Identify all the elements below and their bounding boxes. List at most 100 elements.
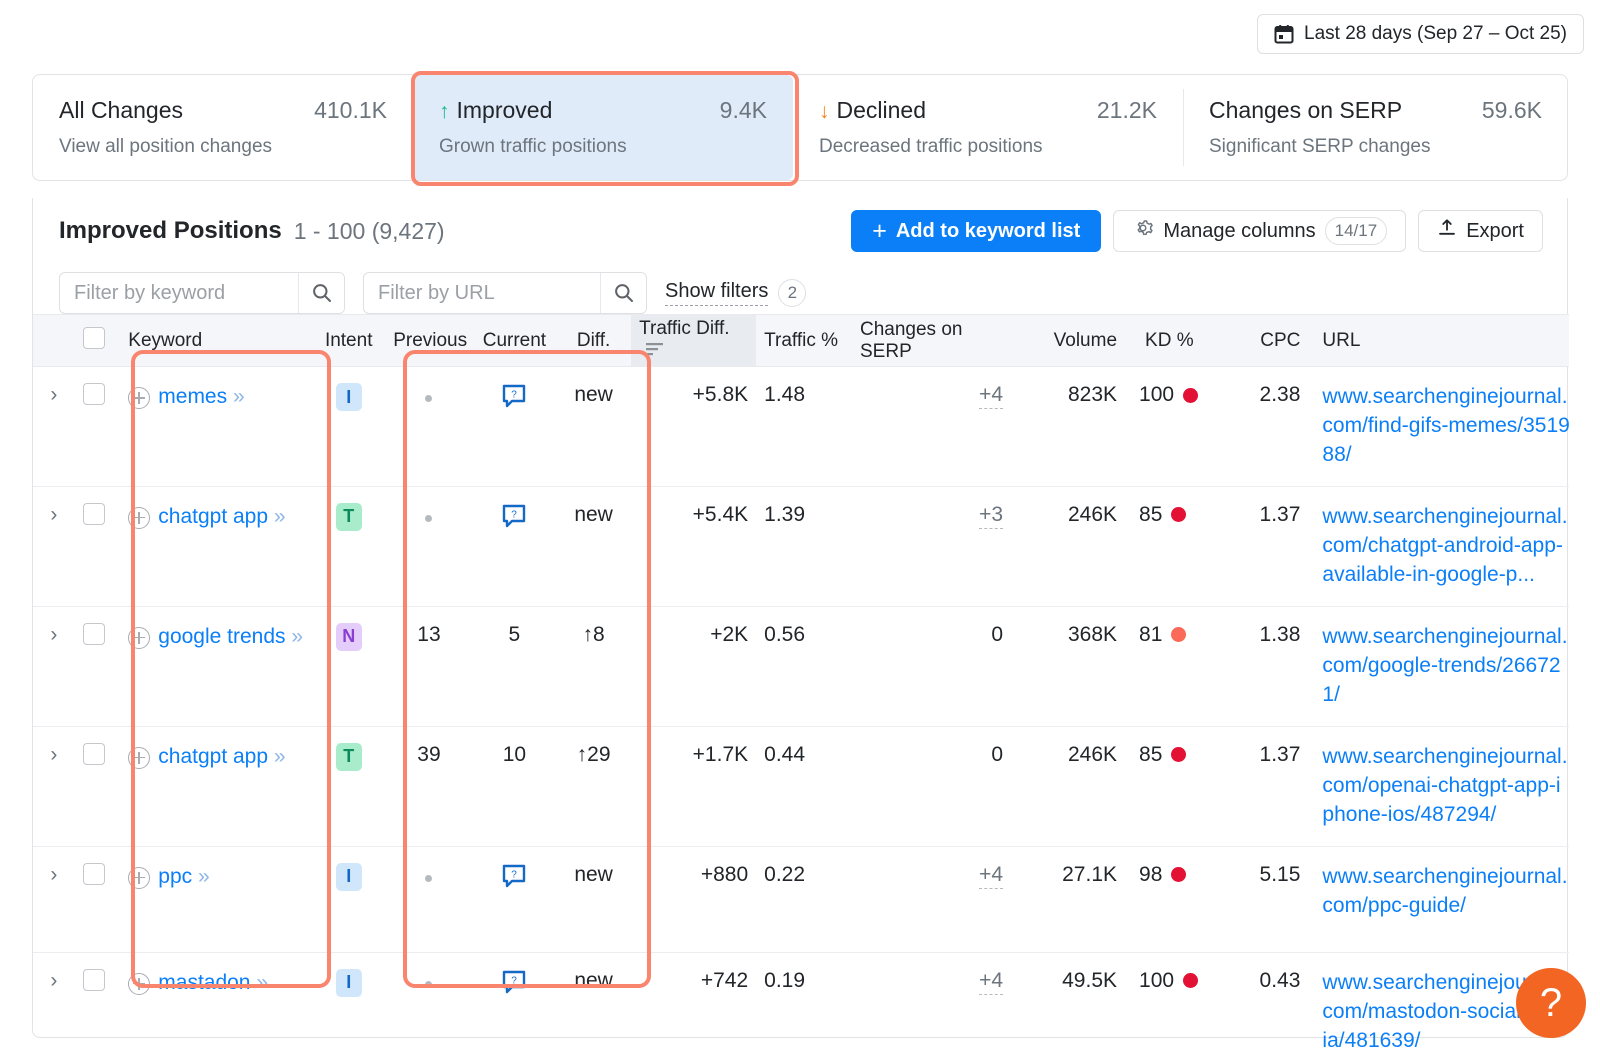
intent-badge[interactable]: I: [335, 862, 362, 891]
add-keyword-icon[interactable]: [128, 626, 151, 649]
manage-columns-button[interactable]: Manage columns 14/17: [1113, 210, 1407, 252]
url-filter[interactable]: [363, 272, 647, 314]
keyword-link[interactable]: chatgpt app »: [158, 503, 286, 531]
current-position-cell: 5: [472, 606, 557, 727]
current-position-value: 10: [502, 742, 527, 766]
show-filters-toggle[interactable]: Show filters 2: [665, 279, 807, 307]
changes-on-serp-cell: +4: [852, 952, 1028, 1050]
header-cpc[interactable]: CPC: [1225, 314, 1309, 367]
add-keyword-icon[interactable]: [128, 866, 151, 889]
date-range-picker[interactable]: Last 28 days (Sep 27 – Oct 25): [1257, 14, 1584, 54]
table-row[interactable]: › memes » I ? new +5.8K 1.48 +4 823K 100: [33, 366, 1570, 487]
current-position-cell: ?: [472, 952, 557, 1050]
keyword-overview-icon[interactable]: »: [198, 865, 210, 888]
row-select-cell[interactable]: [74, 726, 115, 847]
header-select-all[interactable]: [74, 314, 115, 367]
row-select-cell[interactable]: [74, 486, 115, 607]
header-current[interactable]: Current: [472, 314, 557, 367]
header-previous[interactable]: Previous: [385, 314, 473, 367]
row-select-cell[interactable]: [74, 606, 115, 727]
row-expand-cell[interactable]: ›: [33, 726, 75, 847]
header-keyword[interactable]: Keyword: [114, 314, 313, 367]
add-keyword-icon[interactable]: [128, 506, 151, 529]
keyword-overview-icon[interactable]: »: [274, 505, 286, 528]
changes-on-serp-value[interactable]: +4: [979, 968, 1004, 995]
kd-value: 81: [1139, 622, 1163, 646]
url-link[interactable]: www.searchenginejournal.com/google-trend…: [1322, 623, 1570, 710]
chevron-right-icon[interactable]: ›: [50, 383, 57, 406]
keyword-link[interactable]: mastadon »: [158, 969, 268, 997]
search-input-url[interactable]: [364, 273, 600, 313]
intent-badge[interactable]: I: [335, 968, 362, 997]
row-select-cell[interactable]: [74, 952, 115, 1050]
keyword-link[interactable]: ppc »: [158, 863, 210, 891]
chevron-right-icon[interactable]: ›: [50, 969, 57, 992]
header-url[interactable]: URL: [1308, 314, 1569, 367]
chevron-right-icon[interactable]: ›: [50, 503, 57, 526]
header-changes-on-serp[interactable]: Changes on SERP: [852, 314, 1028, 367]
add-keyword-icon[interactable]: [128, 387, 151, 409]
search-icon-url[interactable]: [600, 273, 646, 313]
keyword-link[interactable]: google trends »: [158, 623, 303, 651]
row-select-cell[interactable]: [74, 846, 115, 953]
search-icon-keyword[interactable]: [298, 273, 344, 313]
table-row[interactable]: › google trends » N 13 5 ↑8 +2K 0.56 0 3…: [33, 606, 1570, 727]
tab-declined[interactable]: ↓ Declined 21.2K Decreased traffic posit…: [793, 75, 1183, 180]
row-checkbox[interactable]: [83, 968, 106, 991]
select-all-checkbox[interactable]: [83, 326, 106, 349]
row-checkbox[interactable]: [83, 862, 106, 885]
header-intent[interactable]: Intent: [312, 314, 386, 367]
changes-on-serp-value[interactable]: +3: [979, 502, 1004, 529]
url-link[interactable]: www.searchenginejournal.com/find-gifs-me…: [1322, 383, 1570, 470]
keyword-link[interactable]: memes »: [158, 383, 245, 411]
header-volume[interactable]: Volume: [1027, 314, 1126, 367]
keyword-overview-icon[interactable]: »: [291, 625, 303, 648]
add-keyword-icon[interactable]: [128, 972, 151, 995]
row-checkbox[interactable]: [83, 742, 106, 765]
help-button[interactable]: ?: [1516, 968, 1586, 1038]
row-checkbox[interactable]: [83, 502, 106, 525]
add-to-keyword-list-button[interactable]: + Add to keyword list: [851, 210, 1102, 252]
search-input-keyword[interactable]: [60, 273, 298, 313]
table-row[interactable]: › chatgpt app » T 39 10 ↑29 +1.7K 0.44 0…: [33, 726, 1570, 847]
chevron-right-icon[interactable]: ›: [50, 623, 57, 646]
tab-improved[interactable]: ↑ Improved 9.4K Grown traffic positions: [413, 75, 793, 180]
svg-text:?: ?: [512, 509, 518, 520]
url-link[interactable]: www.searchenginejournal.com/openai-chatg…: [1322, 743, 1570, 830]
tab-all-changes[interactable]: All Changes 410.1K View all position cha…: [33, 75, 413, 180]
row-checkbox[interactable]: [83, 383, 106, 405]
row-expand-cell[interactable]: ›: [33, 846, 75, 953]
changes-on-serp-value[interactable]: +4: [979, 383, 1004, 409]
row-expand-cell[interactable]: ›: [33, 486, 75, 607]
header-kd[interactable]: KD %: [1125, 314, 1226, 367]
table-row[interactable]: › chatgpt app » T ? new +5.4K 1.39 +3 24…: [33, 486, 1570, 607]
table-row[interactable]: › ppc » I ? new +880 0.22 +4 27.1K 98 5.…: [33, 846, 1570, 953]
tab-changes-on-serp[interactable]: Changes on SERP 59.6K Significant SERP c…: [1183, 75, 1568, 180]
url-link[interactable]: www.searchenginejournal.com/ppc-guide/: [1322, 863, 1570, 921]
keyword-overview-icon[interactable]: »: [233, 385, 245, 408]
kd-value: 85: [1139, 502, 1163, 526]
intent-badge[interactable]: T: [335, 742, 362, 771]
row-select-cell[interactable]: [74, 366, 115, 487]
changes-on-serp-value[interactable]: +4: [979, 862, 1004, 889]
header-traffic-pct[interactable]: Traffic %: [756, 314, 852, 367]
keyword-link[interactable]: chatgpt app »: [158, 743, 286, 771]
add-keyword-icon[interactable]: [128, 746, 151, 769]
url-link[interactable]: www.searchenginejournal.com/chatgpt-andr…: [1322, 503, 1570, 590]
keyword-overview-icon[interactable]: »: [256, 971, 268, 994]
intent-badge[interactable]: I: [335, 383, 362, 411]
row-expand-cell[interactable]: ›: [33, 952, 75, 1050]
row-expand-cell[interactable]: ›: [33, 606, 75, 727]
export-button[interactable]: Export: [1418, 210, 1543, 252]
keyword-filter[interactable]: [59, 272, 345, 314]
header-diff[interactable]: Diff.: [556, 314, 632, 367]
header-traffic-diff[interactable]: Traffic Diff.: [631, 314, 757, 367]
row-checkbox[interactable]: [83, 622, 106, 645]
intent-badge[interactable]: T: [335, 502, 362, 531]
keyword-overview-icon[interactable]: »: [274, 745, 286, 768]
table-row[interactable]: › mastadon » I ? new +742 0.19 +4 49.5K …: [33, 952, 1569, 1050]
row-expand-cell[interactable]: ›: [33, 366, 75, 487]
chevron-right-icon[interactable]: ›: [50, 743, 57, 766]
intent-badge[interactable]: N: [335, 622, 362, 651]
chevron-right-icon[interactable]: ›: [50, 863, 57, 886]
